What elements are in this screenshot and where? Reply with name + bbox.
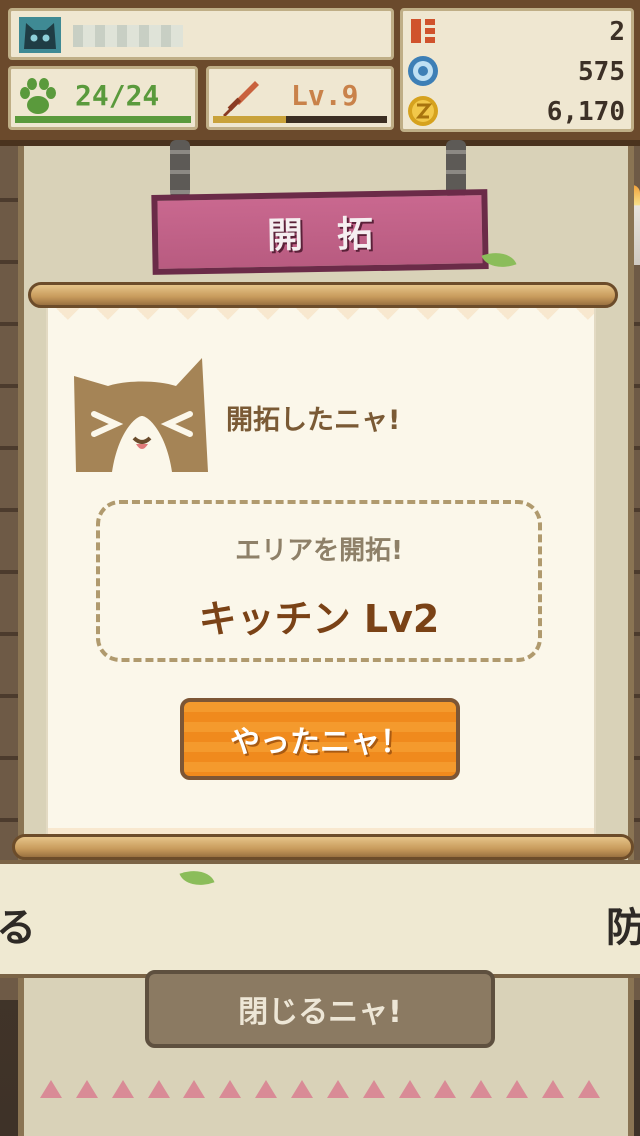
result-subtitle: エリアを開拓! [235,536,403,566]
player-info-box[interactable] [8,8,394,60]
close-button-label: 閉じるニャ! [238,995,402,1030]
sword-icon [223,81,259,117]
close-button: 閉じるニャ! [145,970,495,1048]
scroll-rod-top [28,282,618,308]
sign-title: 開拓 [266,213,408,257]
decorative-triangle-row [40,1080,600,1104]
exp-bar-fill [213,116,287,123]
title-sign: 開拓 [151,189,489,275]
stamina-bar [15,116,191,123]
background-menu-strip [0,860,640,978]
background-menu-text-right: 防 [606,905,640,951]
zenny-count: 6,170 [546,97,625,127]
level-box: Lv.9 [206,66,394,130]
medal-count: 575 [578,57,625,87]
paw-icon [20,78,56,114]
gold-coin-icon [408,96,438,126]
ticket-count: 2 [609,17,625,47]
chain-left [170,140,190,198]
ticket-icon [411,19,435,43]
happy-cat-icon [74,358,208,472]
stamina-bar-fill [15,116,191,123]
background-menu-text-left: る [0,905,36,951]
player-name-redacted [73,25,183,47]
currency-box: 2 575 6,170 [400,8,634,132]
scroll-rod-bottom [12,834,634,860]
stamina-value: 24/24 [75,79,160,112]
stamina-box: 24/24 [8,66,198,130]
status-hud: 24/24 Lv.9 2 575 6,170 [0,0,640,146]
confirm-button-label: やったニャ！ [230,725,410,760]
confirm-button[interactable]: やったニャ！ [180,698,460,780]
blue-medal-icon [408,56,438,86]
result-area-name: キッチン Lv2 [198,597,440,641]
exp-bar [213,116,387,123]
result-box: エリアを開拓! キッチン Lv2 [96,500,542,662]
cat-avatar-icon [19,17,61,53]
dialog-headline: 開拓したニャ! [226,405,401,436]
level-value: Lv.9 [291,79,359,112]
